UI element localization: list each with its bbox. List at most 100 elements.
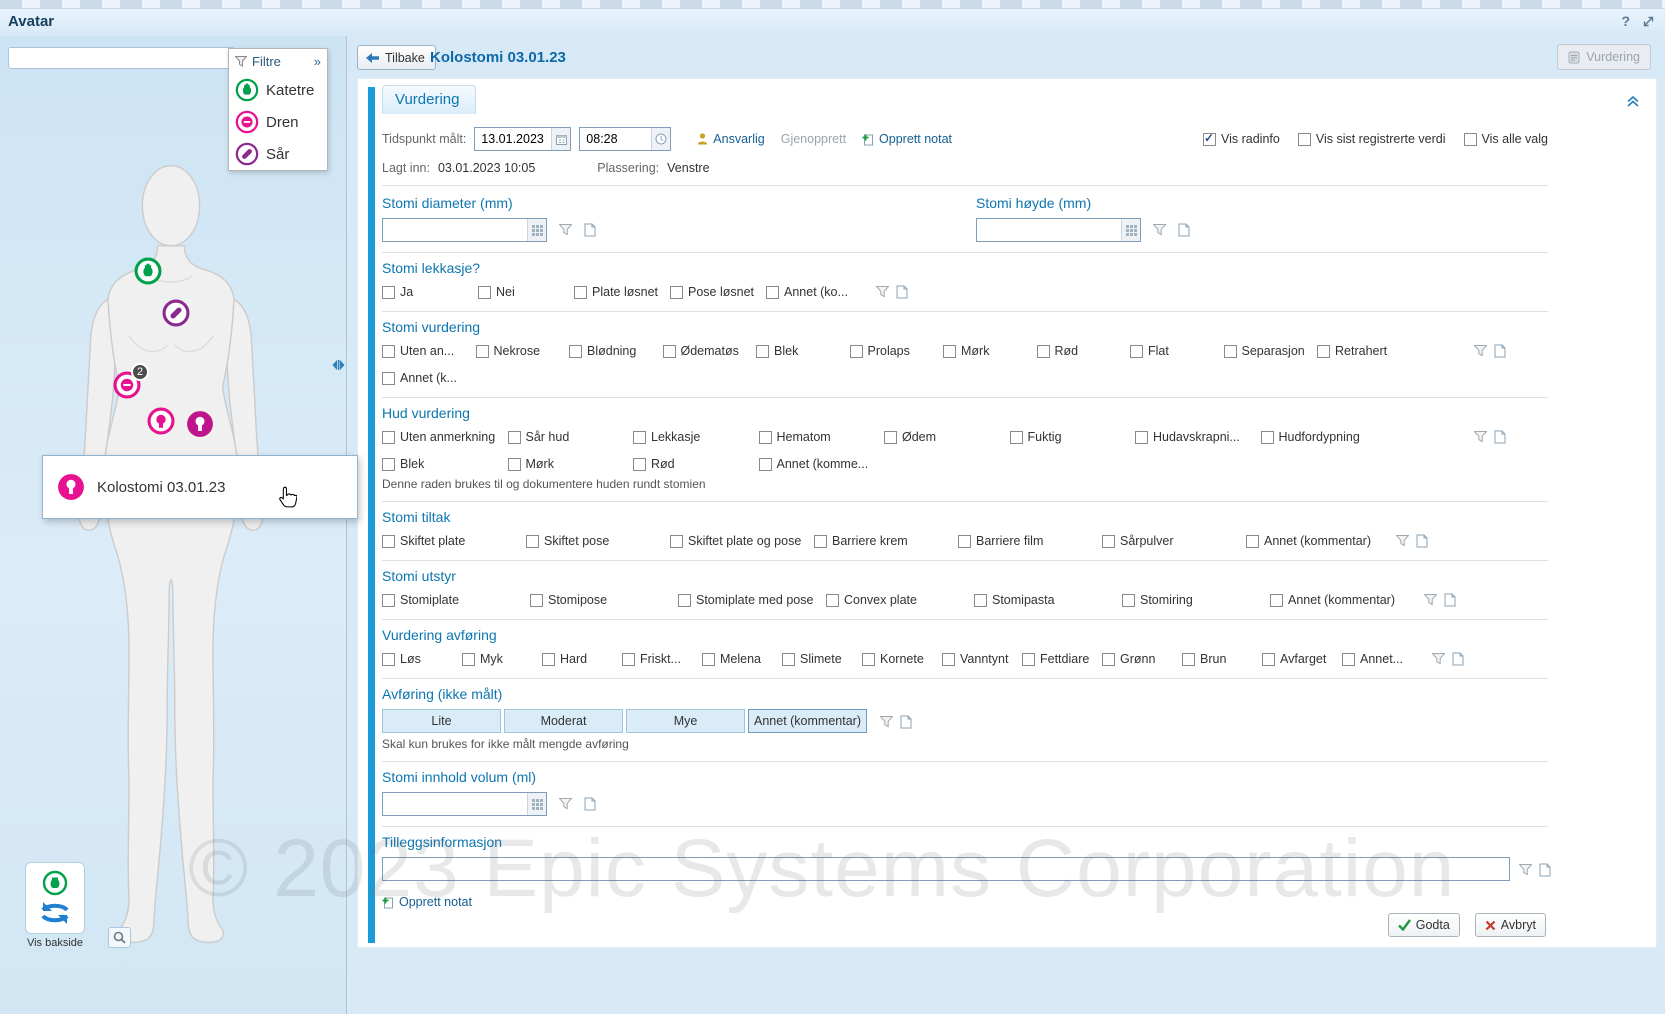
checkbox[interactable]: [826, 594, 839, 607]
checkbox-option[interactable]: Skiftet pose: [526, 534, 670, 548]
checkbox-option[interactable]: Melena: [702, 652, 782, 666]
checkbox[interactable]: [759, 431, 772, 444]
checkbox[interactable]: [1010, 431, 1023, 444]
checkbox[interactable]: [1261, 431, 1274, 444]
checkbox[interactable]: [1203, 133, 1216, 146]
checkbox-option[interactable]: Annet (ko...: [766, 285, 862, 299]
section-tab-vurdering[interactable]: Vurdering: [382, 85, 476, 114]
checkbox[interactable]: [943, 345, 956, 358]
comment-icon[interactable]: [1494, 344, 1506, 358]
catheter-marker[interactable]: [135, 258, 162, 285]
checkbox-vis-radinfo[interactable]: Vis radinfo: [1203, 132, 1280, 146]
checkbox-option[interactable]: Blek: [382, 457, 508, 471]
checkbox[interactable]: [670, 286, 683, 299]
checkbox-option[interactable]: Hematom: [759, 430, 885, 444]
expand-icon[interactable]: [1642, 15, 1655, 28]
filter-collapse-icon[interactable]: »: [314, 54, 321, 69]
calendar-icon[interactable]: [551, 128, 570, 150]
button-moderat[interactable]: Moderat: [504, 709, 623, 733]
keypad-icon[interactable]: [527, 219, 546, 241]
gjenopprett-link-disabled[interactable]: Gjenopprett: [781, 132, 846, 146]
checkbox-option[interactable]: Sår hud: [508, 430, 634, 444]
checkbox-option[interactable]: Rød: [1037, 344, 1131, 358]
comment-icon[interactable]: [1452, 652, 1464, 666]
checkbox[interactable]: [382, 594, 395, 607]
filter-icon[interactable]: [1153, 224, 1166, 236]
checkbox[interactable]: [622, 653, 635, 666]
checkbox[interactable]: [782, 653, 795, 666]
stoma-marker-selected[interactable]: [186, 410, 214, 438]
checkbox[interactable]: [756, 345, 769, 358]
checkbox[interactable]: [633, 431, 646, 444]
checkbox-option[interactable]: Løs: [382, 652, 462, 666]
keypad-icon[interactable]: [527, 793, 546, 815]
checkbox[interactable]: [382, 286, 395, 299]
checkbox[interactable]: [850, 345, 863, 358]
checkbox-option[interactable]: Rød: [633, 457, 759, 471]
comment-icon[interactable]: [896, 285, 908, 299]
checkbox-option[interactable]: Uten an...: [382, 344, 476, 358]
checkbox[interactable]: [766, 286, 779, 299]
filter-icon[interactable]: [559, 798, 572, 810]
checkbox-option[interactable]: Prolaps: [850, 344, 944, 358]
zoom-button[interactable]: [108, 927, 131, 948]
checkbox-option[interactable]: Skiftet plate: [382, 534, 526, 548]
checkbox-option[interactable]: Separasjon: [1224, 344, 1318, 358]
checkbox-option[interactable]: Blek: [756, 344, 850, 358]
vurdering-button-disabled[interactable]: Vurdering: [1557, 44, 1651, 70]
checkbox[interactable]: [633, 458, 646, 471]
checkbox[interactable]: [1270, 594, 1283, 607]
checkbox[interactable]: [1130, 345, 1143, 358]
stoma-tooltip[interactable]: Kolostomi 03.01.23: [42, 455, 358, 519]
checkbox-option[interactable]: Mørk: [508, 457, 634, 471]
checkbox[interactable]: [670, 535, 683, 548]
checkbox[interactable]: [1037, 345, 1050, 358]
checkbox-option[interactable]: Stomiplate med pose: [678, 593, 826, 607]
filter-item-saar[interactable]: Sår: [229, 138, 327, 170]
filter-item-katetre[interactable]: Katetre: [229, 74, 327, 106]
checkbox[interactable]: [382, 535, 395, 548]
filter-icon[interactable]: [1519, 864, 1532, 876]
comment-icon[interactable]: [1444, 593, 1456, 607]
checkbox-option[interactable]: Annet (komme...: [759, 457, 885, 471]
checkbox[interactable]: [1122, 594, 1135, 607]
checkbox-option[interactable]: Annet (k...: [382, 371, 476, 385]
panel-splitter-toggle[interactable]: [331, 356, 345, 374]
checkbox[interactable]: [382, 345, 395, 358]
help-icon[interactable]: ?: [1621, 13, 1630, 29]
checkbox-option[interactable]: Kornete: [862, 652, 942, 666]
comment-icon[interactable]: [584, 797, 596, 811]
checkbox-option[interactable]: Annet (kommentar): [1270, 593, 1418, 607]
filter-icon[interactable]: [1424, 594, 1437, 606]
checkbox[interactable]: [508, 431, 521, 444]
comment-icon[interactable]: [584, 223, 596, 237]
filter-item-dren[interactable]: Dren: [229, 106, 327, 138]
checkbox[interactable]: [884, 431, 897, 444]
checkbox[interactable]: [382, 458, 395, 471]
filter-icon[interactable]: [1474, 345, 1487, 357]
checkbox[interactable]: [462, 653, 475, 666]
checkbox-option[interactable]: Lekkasje: [633, 430, 759, 444]
checkbox-option[interactable]: Plate løsnet: [574, 285, 670, 299]
checkbox[interactable]: [702, 653, 715, 666]
comment-icon[interactable]: [1539, 863, 1551, 877]
checkbox[interactable]: [476, 345, 489, 358]
checkbox-option[interactable]: Retrahert: [1317, 344, 1411, 358]
drain-marker-2[interactable]: [148, 408, 175, 435]
checkbox[interactable]: [1317, 345, 1330, 358]
checkbox-option[interactable]: Avfarget: [1262, 652, 1342, 666]
filter-icon[interactable]: [1432, 653, 1445, 665]
checkbox-option[interactable]: Vanntynt: [942, 652, 1022, 666]
accept-button[interactable]: Godta: [1388, 913, 1460, 937]
comment-icon[interactable]: [900, 715, 912, 729]
checkbox-option[interactable]: Friskt...: [622, 652, 702, 666]
checkbox[interactable]: [1262, 653, 1275, 666]
checkbox-option[interactable]: Flat: [1130, 344, 1224, 358]
checkbox[interactable]: [1246, 535, 1259, 548]
checkbox[interactable]: [530, 594, 543, 607]
checkbox[interactable]: [508, 458, 521, 471]
checkbox-option[interactable]: Hudavskrapni...: [1135, 430, 1261, 444]
checkbox-option[interactable]: Ja: [382, 285, 478, 299]
filter-icon[interactable]: [1474, 431, 1487, 443]
checkbox-option[interactable]: Stomipasta: [974, 593, 1122, 607]
